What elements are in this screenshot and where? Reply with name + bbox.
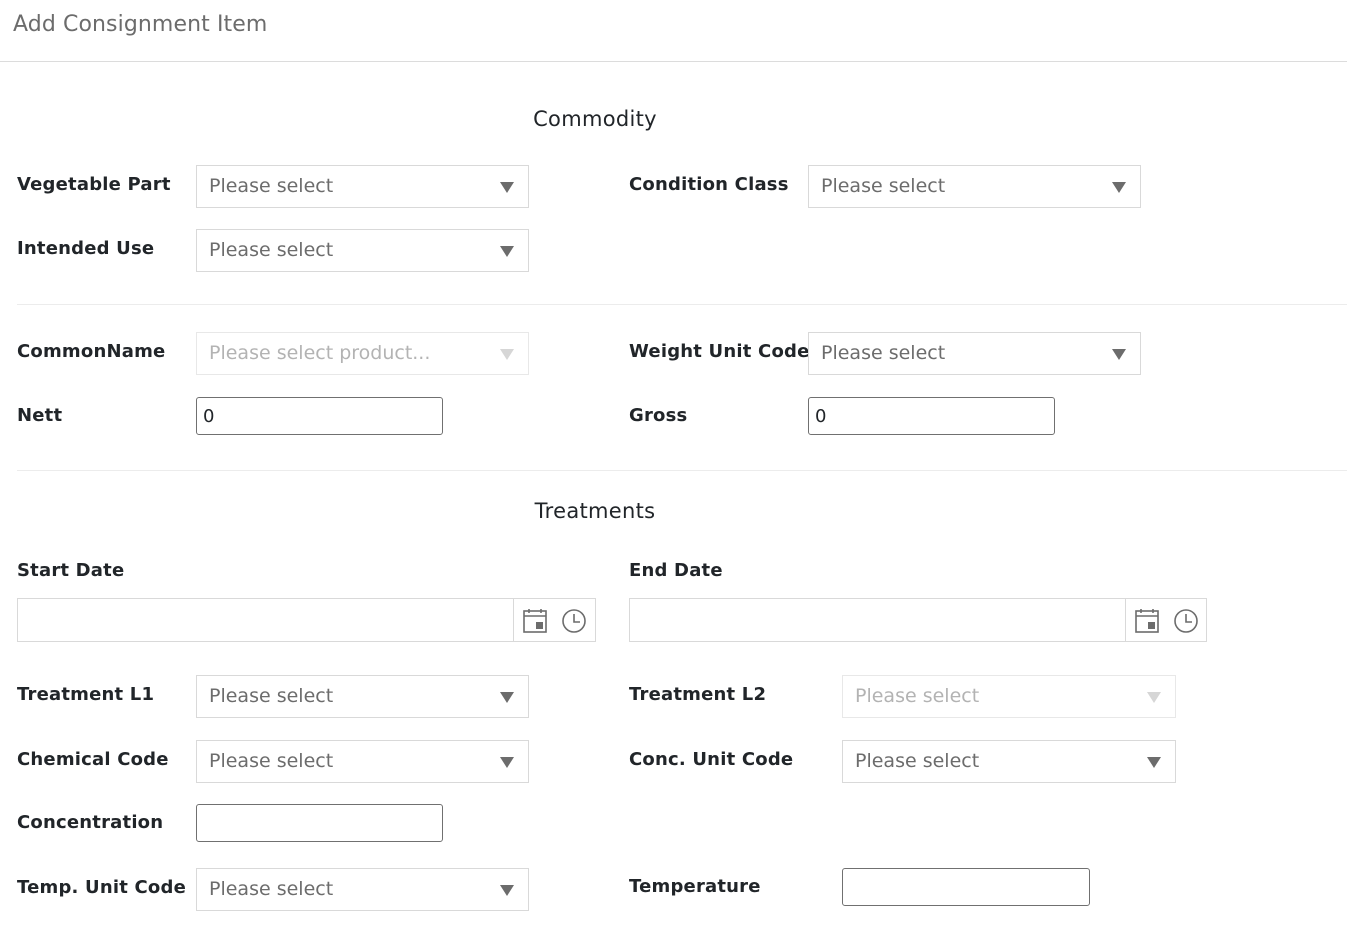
chevron-down-icon xyxy=(500,182,514,193)
vegetable-part-label: Vegetable Part xyxy=(17,174,171,195)
page-title: Add Consignment Item xyxy=(13,12,268,37)
intended-use-value: Please select xyxy=(209,239,334,261)
chevron-down-icon xyxy=(500,246,514,257)
conc-unit-code-value: Please select xyxy=(855,750,980,772)
vegetable-part-value: Please select xyxy=(209,175,334,197)
chevron-down-icon xyxy=(1147,757,1161,768)
chevron-down-icon xyxy=(500,885,514,896)
calendar-icon[interactable] xyxy=(1133,607,1161,635)
gross-input[interactable] xyxy=(808,397,1055,435)
temperature-input[interactable] xyxy=(842,868,1090,906)
end-date-label: End Date xyxy=(629,560,723,581)
common-name-select: Please select product... xyxy=(196,332,529,375)
concentration-label: Concentration xyxy=(17,812,164,833)
end-date-input[interactable] xyxy=(630,599,1124,641)
section-title-commodity: Commodity xyxy=(533,107,657,131)
temp-unit-code-label: Temp. Unit Code xyxy=(17,877,186,898)
nett-label: Nett xyxy=(17,405,63,426)
temp-unit-code-select[interactable]: Please select xyxy=(196,868,529,911)
weight-unit-code-select[interactable]: Please select xyxy=(808,332,1141,375)
common-name-value: Please select product... xyxy=(209,342,431,364)
chevron-down-icon xyxy=(500,692,514,703)
calendar-icon[interactable] xyxy=(521,607,549,635)
chemical-code-value: Please select xyxy=(209,750,334,772)
chevron-down-icon xyxy=(500,757,514,768)
picker-separator xyxy=(1125,599,1126,641)
treatment-l2-value: Please select xyxy=(855,685,980,707)
chevron-down-icon xyxy=(1147,692,1161,703)
chevron-down-icon xyxy=(500,349,514,360)
common-name-label: CommonName xyxy=(17,341,166,362)
intended-use-select[interactable]: Please select xyxy=(196,229,529,272)
condition-class-select[interactable]: Please select xyxy=(808,165,1141,208)
treatment-l1-value: Please select xyxy=(209,685,334,707)
picker-separator xyxy=(513,599,514,641)
vegetable-part-select[interactable]: Please select xyxy=(196,165,529,208)
weight-unit-code-value: Please select xyxy=(821,342,946,364)
temp-unit-code-value: Please select xyxy=(209,878,334,900)
chemical-code-select[interactable]: Please select xyxy=(196,740,529,783)
temperature-label: Temperature xyxy=(629,876,761,897)
conc-unit-code-select[interactable]: Please select xyxy=(842,740,1176,783)
treatment-l1-select[interactable]: Please select xyxy=(196,675,529,718)
treatment-l1-label: Treatment L1 xyxy=(17,684,155,705)
concentration-input[interactable] xyxy=(196,804,443,842)
chevron-down-icon xyxy=(1112,182,1126,193)
weight-unit-code-label: Weight Unit Code xyxy=(629,341,810,362)
conc-unit-code-label: Conc. Unit Code xyxy=(629,749,794,770)
clock-icon[interactable] xyxy=(560,607,588,635)
intended-use-label: Intended Use xyxy=(17,238,155,259)
dialog-header: Add Consignment Item xyxy=(0,0,1347,62)
section-divider xyxy=(17,470,1347,471)
treatment-l2-select: Please select xyxy=(842,675,1176,718)
start-date-picker xyxy=(17,598,596,642)
section-title-treatments: Treatments xyxy=(534,499,656,523)
gross-label: Gross xyxy=(629,405,688,426)
condition-class-value: Please select xyxy=(821,175,946,197)
clock-icon[interactable] xyxy=(1172,607,1200,635)
section-divider xyxy=(17,304,1347,305)
nett-input[interactable] xyxy=(196,397,443,435)
start-date-label: Start Date xyxy=(17,560,125,581)
chevron-down-icon xyxy=(1112,349,1126,360)
end-date-picker xyxy=(629,598,1207,642)
chemical-code-label: Chemical Code xyxy=(17,749,169,770)
treatment-l2-label: Treatment L2 xyxy=(629,684,767,705)
condition-class-label: Condition Class xyxy=(629,174,789,195)
start-date-input[interactable] xyxy=(18,599,512,641)
